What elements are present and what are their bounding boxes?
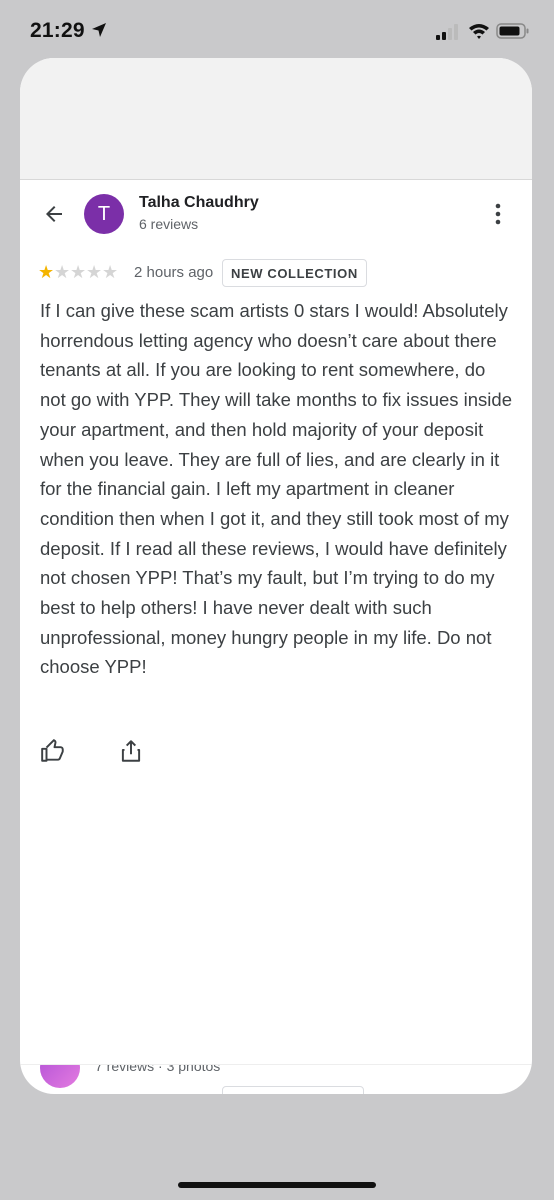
avatar-initial: T — [97, 202, 111, 225]
star-empty-icon: ★ — [102, 262, 119, 282]
next-review-peek: 7 reviews · 3 photos — [20, 1065, 532, 1094]
new-collection-badge: NEW COLLECTION — [222, 259, 367, 287]
star-empty-icon: ★ — [54, 262, 71, 282]
review-time: 2 hours ago — [134, 264, 214, 281]
wifi-icon — [469, 24, 489, 39]
battery-icon — [496, 23, 529, 39]
review-card: T Talha Chaudhry 6 reviews ★ ★ ★ ★ ★ 2 hours… — [20, 58, 532, 1094]
star-rating: ★ ★ ★ ★ ★ — [38, 262, 118, 282]
status-bar: 21:29 — [0, 0, 554, 60]
star-empty-icon: ★ — [86, 262, 103, 282]
review-text: If I can give these scam artists 0 stars… — [40, 300, 512, 678]
home-indicator[interactable] — [178, 1182, 376, 1188]
reviewer-name[interactable]: Talha Chaudhry — [139, 194, 259, 212]
status-time: 21:29 — [30, 19, 85, 42]
star-filled-icon: ★ — [38, 262, 55, 282]
thumbs-up-icon — [41, 739, 64, 762]
signal-icon — [436, 24, 458, 40]
reviewer-meta: 6 reviews — [139, 216, 199, 232]
share-button[interactable] — [118, 738, 144, 764]
next-review-badge — [222, 1086, 364, 1094]
card-header-area — [20, 58, 532, 180]
back-arrow-icon — [46, 206, 62, 222]
star-empty-icon: ★ — [70, 262, 87, 282]
more-options-button[interactable] — [484, 200, 512, 228]
share-icon — [121, 740, 141, 762]
reviewer-avatar[interactable]: T — [84, 194, 124, 234]
back-button[interactable] — [40, 200, 68, 228]
next-reviewer-meta: 7 reviews · 3 photos — [95, 1065, 221, 1074]
more-vert-icon — [495, 203, 501, 225]
like-button[interactable] — [40, 738, 66, 764]
location-arrow-icon — [92, 23, 106, 37]
next-reviewer-avatar[interactable] — [40, 1065, 80, 1088]
